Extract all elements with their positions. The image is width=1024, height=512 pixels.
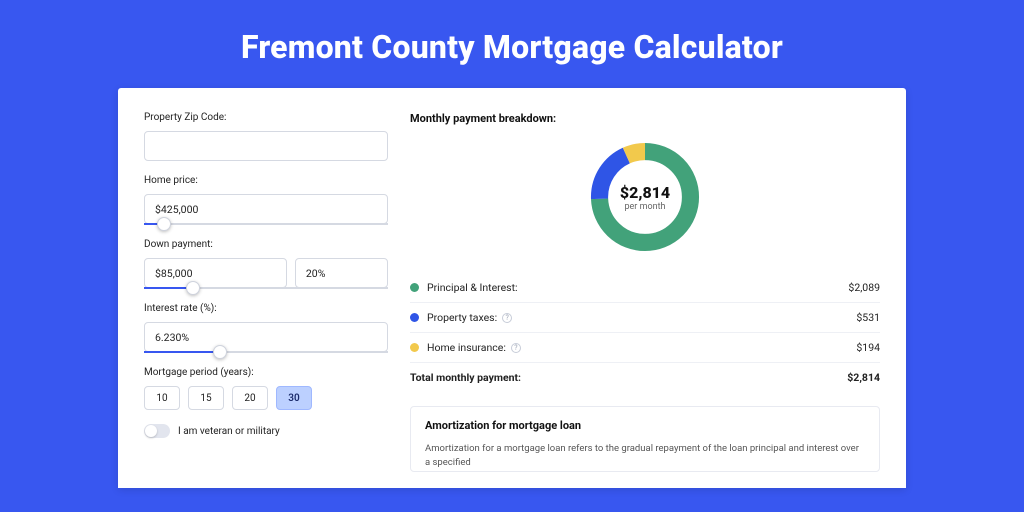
rate-group: Interest rate (%): 6.230% — [144, 303, 388, 353]
donut-subtext: per month — [624, 202, 665, 212]
donut-amount: $2,814 — [620, 183, 670, 202]
help-icon[interactable]: ? — [502, 313, 512, 323]
period-option-15[interactable]: 15 — [188, 386, 224, 410]
price-label: Home price: — [144, 175, 388, 186]
legend-dot — [410, 283, 419, 292]
period-option-10[interactable]: 10 — [144, 386, 180, 410]
price-slider[interactable] — [144, 223, 388, 225]
donut-chart: $2,814 per month — [585, 137, 705, 257]
legend-value: $531 — [856, 311, 880, 324]
calculator-card: Property Zip Code: Home price: $425,000 … — [118, 88, 906, 488]
legend-label: Principal & Interest: — [427, 281, 518, 294]
veteran-toggle-knob — [145, 425, 157, 437]
period-group: Mortgage period (years): 10 15 20 30 — [144, 367, 388, 410]
down-slider[interactable] — [144, 287, 388, 289]
period-options: 10 15 20 30 — [144, 386, 388, 410]
zip-input[interactable] — [144, 131, 388, 161]
down-pct-input[interactable]: 20% — [295, 258, 388, 288]
price-slider-thumb[interactable] — [157, 217, 171, 231]
veteran-row: I am veteran or military — [144, 424, 388, 438]
breakdown-legend: Principal & Interest: $2,089 Property taxe… — [410, 273, 880, 392]
total-value: $2,814 — [847, 371, 880, 384]
down-amount-input[interactable]: $85,000 — [144, 258, 287, 288]
rate-input[interactable]: 6.230% — [144, 322, 388, 352]
price-group: Home price: $425,000 — [144, 175, 388, 225]
legend-item: Principal & Interest: $2,089 — [410, 273, 880, 302]
legend-dot — [410, 343, 419, 352]
amortization-heading: Amortization for mortgage loan — [425, 419, 865, 432]
page-title: Fremont County Mortgage Calculator — [0, 0, 1024, 88]
period-option-30[interactable]: 30 — [276, 386, 312, 410]
period-label: Mortgage period (years): — [144, 367, 388, 378]
donut-wrap: $2,814 per month — [410, 131, 880, 267]
legend-item: Home insurance:? $194 — [410, 332, 880, 362]
inputs-column: Property Zip Code: Home price: $425,000 … — [144, 112, 388, 488]
donut-center: $2,814 per month — [585, 137, 705, 257]
legend-value: $194 — [856, 341, 880, 354]
legend-label: Property taxes: — [427, 311, 497, 324]
down-group: Down payment: $85,000 20% — [144, 239, 388, 289]
zip-label: Property Zip Code: — [144, 112, 388, 123]
down-slider-thumb[interactable] — [186, 281, 200, 295]
veteran-toggle[interactable] — [144, 424, 170, 438]
rate-slider-thumb[interactable] — [213, 345, 227, 359]
legend-item: Property taxes:? $531 — [410, 302, 880, 332]
legend-total: Total monthly payment: $2,814 — [410, 362, 880, 392]
down-label: Down payment: — [144, 239, 388, 250]
veteran-label: I am veteran or military — [178, 426, 280, 437]
amortization-body: Amortization for a mortgage loan refers … — [425, 442, 865, 471]
rate-label: Interest rate (%): — [144, 303, 388, 314]
period-option-20[interactable]: 20 — [232, 386, 268, 410]
rate-slider[interactable] — [144, 351, 388, 353]
breakdown-heading: Monthly payment breakdown: — [410, 112, 880, 125]
help-icon[interactable]: ? — [511, 343, 521, 353]
amortization-card: Amortization for mortgage loan Amortizat… — [410, 406, 880, 472]
zip-group: Property Zip Code: — [144, 112, 388, 161]
legend-value: $2,089 — [848, 281, 880, 294]
legend-label: Home insurance: — [427, 341, 506, 354]
total-label: Total monthly payment: — [410, 371, 521, 384]
price-input[interactable]: $425,000 — [144, 194, 388, 224]
legend-dot — [410, 313, 419, 322]
breakdown-column: Monthly payment breakdown: $2,814 per mo… — [410, 112, 880, 488]
rate-slider-fill — [144, 351, 220, 353]
